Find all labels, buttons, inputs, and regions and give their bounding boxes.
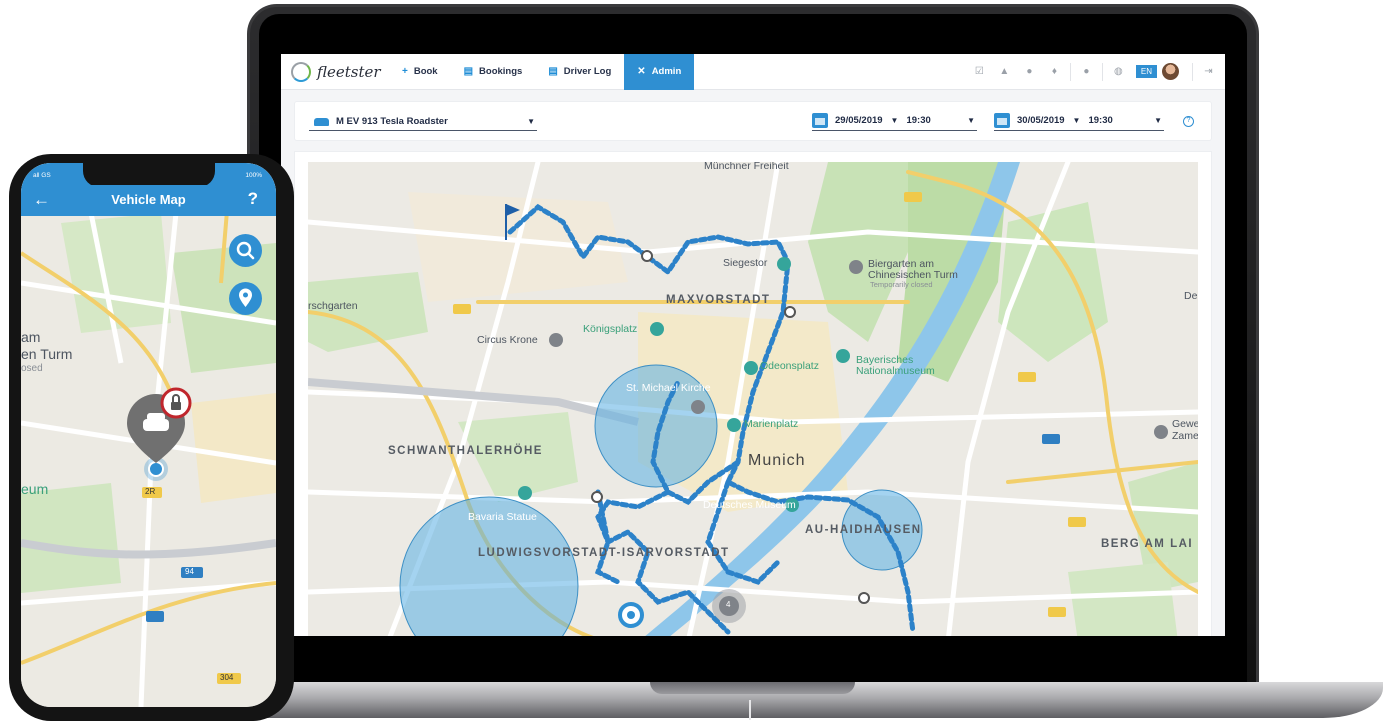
map-label-schwanthalerhoehe: SCHWANTHALERHÖHE <box>388 445 543 457</box>
bell-icon[interactable]: ♦ <box>1042 54 1067 90</box>
nav-bookings[interactable]: ▤ Bookings <box>451 54 536 90</box>
vehicle-select-value: M EV 913 Tesla Roadster <box>336 116 448 127</box>
globe-icon[interactable]: ◍ <box>1106 54 1131 90</box>
tools-icon: ✕ <box>637 66 646 77</box>
help-icon[interactable]: ● <box>1074 54 1099 90</box>
chevron-down-icon[interactable]: ▼ <box>1154 116 1162 125</box>
nav-book[interactable]: + Book <box>389 54 451 90</box>
tasks-icon[interactable]: ☑ <box>967 54 992 90</box>
phone-map-label-am: am <box>21 329 41 345</box>
end-datetime-select[interactable]: 30/05/2019 ▼ 19:30 ▼ <box>994 111 1164 131</box>
phone-road-badge-304: 304 <box>220 673 234 682</box>
phone-title: Vehicle Map <box>111 192 186 207</box>
calendar-icon <box>812 113 828 128</box>
chevron-down-icon: ▼ <box>527 117 535 126</box>
status-signal: all GS <box>33 172 51 179</box>
map-label-ludwigsvorstadt: LUDWIGSVORSTADT-ISARVORSTADT <box>478 547 730 559</box>
end-date-value[interactable]: 30/05/2019 <box>1017 115 1065 126</box>
map-label-marienplatz: Marienplatz <box>744 418 799 430</box>
phone-screen: am en Turm osed eum 2R 94 304 all GS 100… <box>21 163 276 707</box>
map-label-munich: Munich <box>748 452 806 469</box>
location-pin-icon <box>239 288 252 307</box>
map-label-de: De <box>1184 290 1198 302</box>
map-label-koenigsplatz: Königsplatz <box>583 323 638 335</box>
map-label-st-michael: St. Michael Kirche <box>626 382 711 394</box>
map-label-muenchner-freiheit: Münchner Freiheit <box>704 162 789 172</box>
filter-bar: M EV 913 Tesla Roadster ▼ 29/05/2019 ▼ 1… <box>295 102 1211 140</box>
logout-icon[interactable]: ⇥ <box>1196 54 1221 90</box>
info-icon[interactable]: ● <box>1017 54 1042 90</box>
start-datetime-select[interactable]: 29/05/2019 ▼ 19:30 ▼ <box>812 111 977 131</box>
top-nav-actions: ☑ ▲ ● ♦ ● ◍ EN ⇥ <box>967 54 1225 90</box>
chevron-down-icon[interactable]: ▼ <box>967 116 975 125</box>
map-card: Münchner Freiheit MAXVORSTADT SCHWANTHAL… <box>295 152 1211 636</box>
phone-header: ← Vehicle Map ? <box>21 185 276 216</box>
help-icon[interactable]: ? <box>248 189 258 209</box>
logo-icon <box>291 61 311 82</box>
logo-text: fleetster <box>317 62 381 81</box>
divider <box>1069 62 1071 81</box>
nav-bookings-label: Bookings <box>479 66 523 77</box>
map-label-gewe: Gewe <box>1172 418 1198 430</box>
map-label-maxvorstadt: MAXVORSTADT <box>666 294 771 306</box>
map-label-odeonsplatz: Odeonsplatz <box>760 360 819 372</box>
status-battery: 100% <box>245 172 262 179</box>
map-label-au-haidhausen: AU-HAIDHAUSEN <box>805 524 922 536</box>
location-button[interactable] <box>229 282 262 315</box>
phone-map-label-turm: en Turm <box>21 346 73 362</box>
map-label-berg-am-laim: BERG AM LAI <box>1101 538 1194 550</box>
map-label-bavaria-statue: Bavaria Statue <box>468 511 537 523</box>
start-date-value[interactable]: 29/05/2019 <box>835 115 883 126</box>
laptop-seam <box>749 700 751 720</box>
map-label-zame: Zame <box>1172 430 1198 442</box>
map-label-nationalmuseum: Nationalmuseum <box>856 365 935 377</box>
end-time-value[interactable]: 19:30 <box>1088 115 1112 126</box>
phone-map-label-closed: osed <box>21 363 43 374</box>
nav-driver-log[interactable]: ▤ Driver Log <box>535 54 624 90</box>
laptop-notch <box>650 682 855 694</box>
start-time-value[interactable]: 19:30 <box>906 115 930 126</box>
nav-admin[interactable]: ✕ Admin <box>624 54 695 90</box>
plus-icon: + <box>402 66 408 77</box>
car-icon <box>314 117 329 126</box>
chevron-down-icon[interactable]: ▼ <box>1073 116 1081 125</box>
map-label-deutsches-museum: Deutsches Museum <box>703 499 796 511</box>
phone-road-badge-94: 94 <box>185 567 194 576</box>
phone-map-label-eum: eum <box>21 481 49 497</box>
phone-road-badge-2r: 2R <box>145 487 156 496</box>
top-navigation: fleetster + Book ▤ Bookings ▤ Driver Log… <box>281 54 1225 90</box>
divider <box>1192 62 1193 81</box>
calendar-icon: ▤ <box>463 66 474 77</box>
language-badge[interactable]: EN <box>1135 65 1157 78</box>
vehicle-select[interactable]: M EV 913 Tesla Roadster ▼ <box>309 113 537 131</box>
map-label-temporarily-closed: Temporarily closed <box>870 280 933 289</box>
nav-admin-label: Admin <box>651 66 682 77</box>
search-button[interactable] <box>229 234 262 267</box>
laptop-screen: fleetster + Book ▤ Bookings ▤ Driver Log… <box>281 54 1225 636</box>
chevron-down-icon[interactable]: ▼ <box>891 116 899 125</box>
avatar[interactable] <box>1162 63 1179 80</box>
cluster-count[interactable]: 4 <box>726 600 730 609</box>
nav-driver-log-label: Driver Log <box>563 66 612 77</box>
vehicle-map[interactable]: Münchner Freiheit MAXVORSTADT SCHWANTHAL… <box>308 162 1198 636</box>
map-label-hirschgarten: rschgarten <box>308 300 358 312</box>
search-icon <box>236 241 255 260</box>
nav-book-label: Book <box>413 66 438 77</box>
divider <box>1101 62 1103 81</box>
map-label-circus-krone: Circus Krone <box>477 334 538 346</box>
map-label-siegestor: Siegestor <box>723 257 768 269</box>
map-canvas <box>308 162 1198 636</box>
warning-icon[interactable]: ▲ <box>992 54 1017 90</box>
logbook-icon: ▤ <box>548 66 558 77</box>
calendar-icon <box>994 113 1010 128</box>
phone-notch <box>83 163 215 187</box>
help-circle-icon[interactable]: ? <box>1183 116 1194 127</box>
fleetster-logo[interactable]: fleetster <box>291 61 389 82</box>
